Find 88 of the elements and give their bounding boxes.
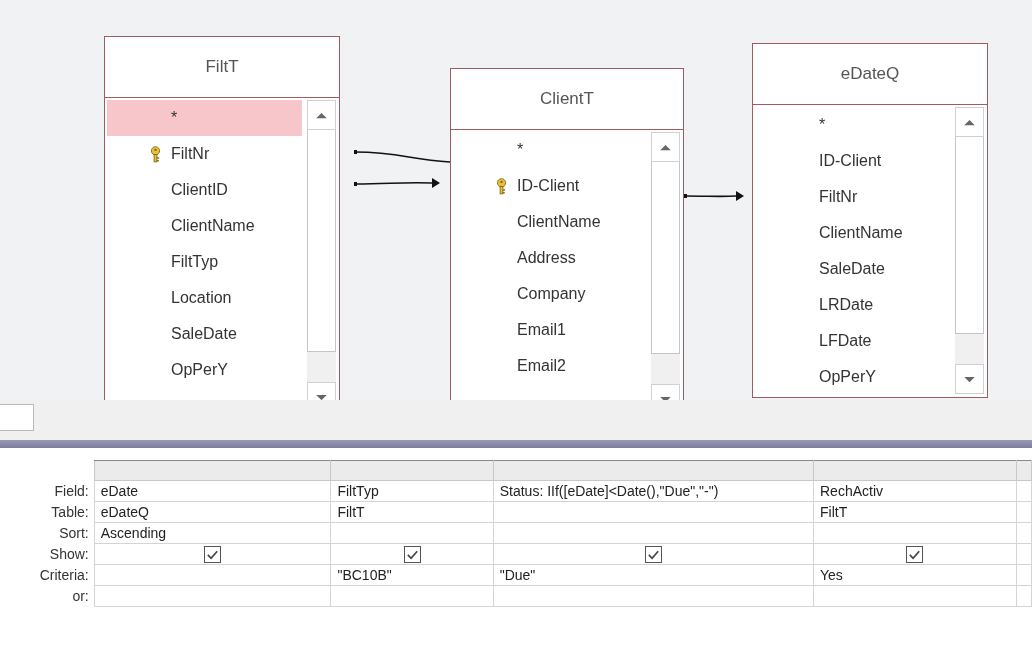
grid-cell[interactable]: eDate (94, 480, 331, 502)
field-item[interactable]: Email2 (453, 348, 646, 384)
row-label: Table: (0, 501, 95, 523)
field-item[interactable]: ID-Client (755, 143, 950, 179)
checkbox[interactable] (403, 545, 421, 563)
scroll-down-icon[interactable] (964, 375, 975, 383)
grid-cell[interactable]: FiltTyp (330, 480, 494, 502)
grid-cell[interactable] (1016, 501, 1032, 523)
column-selector[interactable] (493, 460, 814, 481)
splitter-bar[interactable] (0, 440, 1032, 448)
field-item[interactable]: * (107, 100, 302, 136)
table-window[interactable]: ClientT * ID-Client ClientName Address Company Email1 Email2 (450, 68, 684, 400)
grid-cell[interactable]: FiltT (330, 501, 494, 523)
field-item[interactable]: FiltNr (107, 136, 302, 172)
field-item[interactable]: Location (107, 280, 302, 316)
table-window[interactable]: eDateQ * ID-Client FiltNr ClientName SaleDate LRDate LFDate OpPerY (752, 43, 988, 398)
field-item[interactable]: Email1 (453, 312, 646, 348)
input-field[interactable] (0, 404, 34, 431)
column-selector[interactable] (94, 460, 331, 481)
field-item[interactable]: Address (453, 240, 646, 276)
grid-cell[interactable] (1016, 543, 1032, 565)
grid-cell[interactable]: "Due" (493, 564, 814, 586)
grid-cell[interactable] (1016, 522, 1032, 544)
field-item[interactable]: ClientName (453, 204, 646, 240)
table-title: FiltT (205, 57, 239, 77)
table-title: ClientT (540, 89, 594, 109)
grid-cell[interactable]: Status: IIf([eDate]<Date(),"Due","-") (493, 480, 814, 502)
grid-cell[interactable] (813, 585, 1017, 607)
grid-cell[interactable] (94, 585, 331, 607)
grid-cell[interactable]: eDateQ (94, 501, 331, 523)
grid-cell[interactable] (813, 522, 1017, 544)
field-item[interactable]: Company (453, 276, 646, 312)
grid-cell[interactable] (94, 564, 331, 586)
row-label: Field: (0, 480, 95, 502)
grid-cell[interactable]: Yes (813, 564, 1017, 586)
grid-cell[interactable]: RechActiv (813, 480, 1017, 502)
scroll-thumb[interactable] (651, 162, 680, 354)
scroll-up-icon[interactable] (964, 118, 975, 126)
field-item[interactable]: SaleDate (755, 251, 950, 287)
field-item[interactable]: LFDate (755, 323, 950, 359)
row-label: Sort: (0, 522, 95, 544)
grid-cell[interactable]: Ascending (94, 522, 331, 544)
grid-cell[interactable] (1016, 480, 1032, 502)
grid-cell[interactable] (493, 543, 814, 565)
scrollbar[interactable] (955, 107, 984, 394)
grid-cell[interactable] (94, 543, 331, 565)
scroll-thumb[interactable] (955, 137, 984, 334)
key-icon (496, 177, 507, 195)
checkbox[interactable] (204, 545, 222, 563)
row-label: Criteria: (0, 564, 95, 586)
grid-cell[interactable] (1016, 585, 1032, 607)
column-selector[interactable] (330, 460, 494, 481)
key-icon (150, 145, 161, 163)
field-item[interactable]: ID-Client (453, 168, 646, 204)
grid-cell[interactable] (330, 543, 494, 565)
field-item[interactable]: ClientName (755, 215, 950, 251)
row-label: or: (0, 585, 95, 607)
scroll-up-icon[interactable] (660, 143, 671, 151)
column-selector[interactable] (813, 460, 1017, 481)
relationship-line (684, 191, 744, 201)
grid-cell[interactable]: FiltT (813, 501, 1017, 523)
field-item[interactable]: ClientName (107, 208, 302, 244)
table-title: eDateQ (840, 64, 900, 84)
grid-cell[interactable] (493, 522, 814, 544)
field-item[interactable]: * (755, 107, 950, 143)
grid-cell[interactable] (493, 585, 814, 607)
field-item[interactable]: * (453, 132, 646, 168)
scrollbar[interactable] (307, 100, 336, 400)
field-item[interactable]: SaleDate (107, 316, 302, 352)
grid-cell[interactable] (330, 585, 494, 607)
field-item[interactable]: ClientID (107, 172, 302, 208)
checkbox[interactable] (644, 545, 662, 563)
row-label: Show: (0, 543, 95, 565)
table-window[interactable]: FiltT * FiltNr ClientID ClientName FiltTyp Location SaleDate OpPerY (104, 36, 340, 400)
grid-cell[interactable] (1016, 564, 1032, 586)
grid-cell[interactable]: "BC10B" (330, 564, 494, 586)
scrollbar[interactable] (651, 132, 680, 400)
scroll-thumb[interactable] (307, 130, 336, 352)
grid-cell[interactable] (493, 501, 814, 523)
checkbox[interactable] (906, 545, 924, 563)
scroll-up-icon[interactable] (316, 111, 327, 119)
grid-cell[interactable] (330, 522, 494, 544)
field-item[interactable]: FiltTyp (107, 244, 302, 280)
grid-cell[interactable] (813, 543, 1017, 565)
field-item[interactable]: OpPerY (755, 359, 950, 395)
field-item[interactable]: OpPerY (107, 352, 302, 388)
field-item[interactable]: LRDate (755, 287, 950, 323)
field-item[interactable]: FiltNr (755, 179, 950, 215)
